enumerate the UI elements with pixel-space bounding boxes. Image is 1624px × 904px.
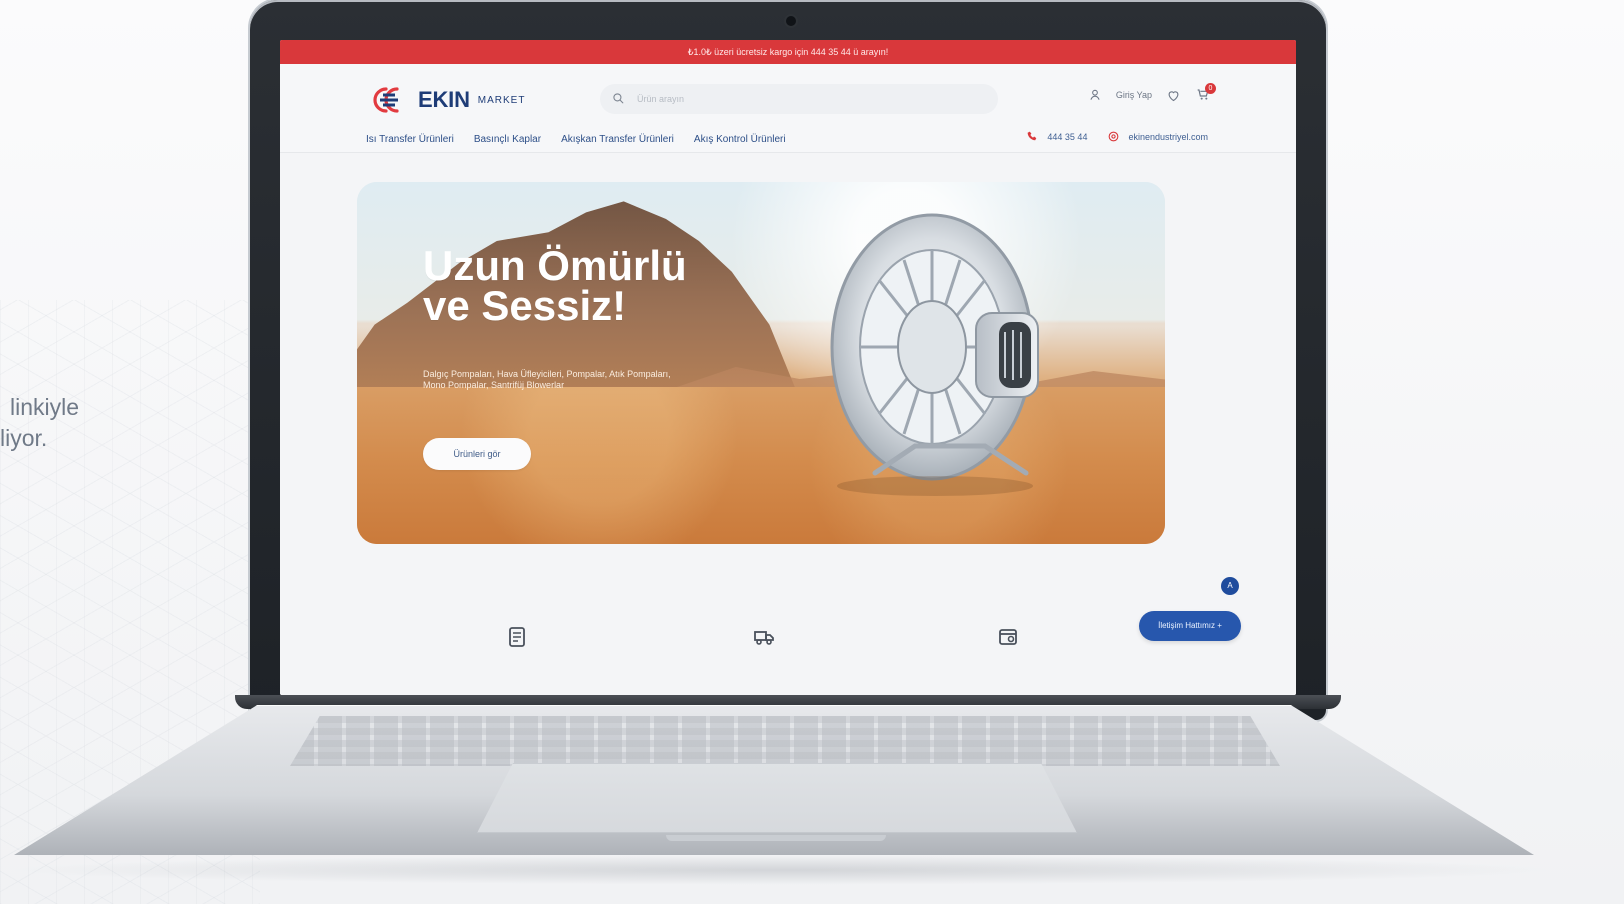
- support-badge[interactable]: A: [1221, 577, 1239, 595]
- logo-mark-icon: [373, 87, 399, 113]
- brand-name: EKIN: [418, 87, 470, 112]
- email-address: ekinendustriyel.com: [1128, 131, 1208, 142]
- blower-product-image: [830, 213, 1039, 496]
- hero-title-line-2: ve Sessiz!: [423, 282, 627, 329]
- site-header: EKIN MARKET G: [280, 64, 1296, 153]
- brand-logo[interactable]: EKIN MARKET: [371, 84, 533, 116]
- nav-item-flow-control[interactable]: Akış Kontrol Ürünleri: [694, 134, 786, 145]
- main-navigation: Isı Transfer Ürünleri Basınçlı Kaplar Ak…: [366, 134, 786, 145]
- phone-number: 444 35 44: [1047, 131, 1088, 142]
- side-caption: linkiyle liyor.: [0, 392, 140, 454]
- side-caption-line-2: liyor.: [0, 425, 48, 451]
- contact-info: 444 35 44 ekinendustriyel.com: [1026, 130, 1208, 143]
- search-bar[interactable]: [600, 84, 998, 114]
- side-caption-line-1: linkiyle: [10, 394, 80, 420]
- nav-item-fluid-transfer[interactable]: Akışkan Transfer Ürünleri: [561, 134, 674, 145]
- website-screen: ₺1.0₺ üzeri ücretsiz kargo için 444 35 4…: [280, 40, 1296, 695]
- hero-title: Uzun Ömürlü ve Sessiz!: [423, 242, 753, 329]
- email-contact[interactable]: ekinendustriyel.com: [1107, 130, 1208, 143]
- phone-icon: [1026, 130, 1039, 143]
- top-banner: ₺1.0₺ üzeri ücretsiz kargo için 444 35 4…: [280, 40, 1296, 64]
- nav-item-heat-transfer[interactable]: Isı Transfer Ürünleri: [366, 134, 454, 145]
- hero-title-line-1: Uzun Ömürlü: [423, 242, 687, 289]
- search-input[interactable]: [635, 93, 939, 105]
- truck-icon: [752, 625, 776, 649]
- login-label[interactable]: Giriş Yap: [1116, 90, 1152, 100]
- cart-count-badge: 0: [1205, 83, 1216, 94]
- page: linkiyle liyor. ₺1.0₺ üzeri ücretsiz kar…: [0, 0, 1624, 904]
- card-icon: [996, 625, 1020, 649]
- phone-contact[interactable]: 444 35 44: [1026, 130, 1087, 143]
- search-icon: [612, 92, 625, 107]
- header-actions: Giriş Yap 0: [1086, 83, 1216, 104]
- user-icon[interactable]: [1086, 86, 1104, 104]
- laptop-trackpad: [477, 763, 1077, 833]
- nav-item-pressure-vessels[interactable]: Basınçlı Kaplar: [474, 134, 541, 145]
- laptop-shadow: [0, 855, 1560, 885]
- email-icon: [1107, 130, 1120, 143]
- hero-banner: Uzun Ömürlü ve Sessiz! Dalgıç Pompaları,…: [357, 182, 1165, 544]
- hero-cta-button[interactable]: Ürünleri gör: [423, 438, 531, 470]
- document-icon: [505, 625, 529, 649]
- hero-subtitle: Dalgıç Pompaları, Hava Üfleyicileri, Pom…: [423, 369, 671, 390]
- laptop-keyboard: [290, 716, 1280, 766]
- laptop-camera: [786, 16, 796, 26]
- laptop-front-lip: [666, 835, 886, 841]
- support-button[interactable]: İletişim Hattımız +: [1139, 611, 1241, 641]
- heart-icon[interactable]: [1164, 86, 1182, 104]
- cart-button[interactable]: 0: [1194, 83, 1216, 104]
- brand-subtitle: MARKET: [477, 94, 526, 106]
